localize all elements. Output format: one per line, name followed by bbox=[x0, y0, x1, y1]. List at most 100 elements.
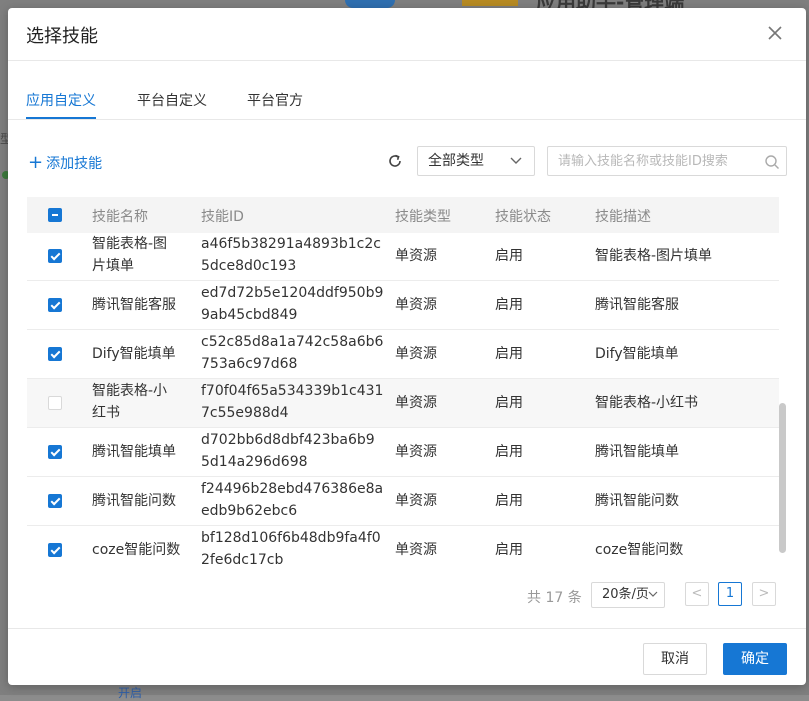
table-row[interactable]: 智能表格-图 片填单 a46f5b38291a4893b1c2c 5dce8d0c19… bbox=[27, 232, 779, 281]
cancel-button[interactable]: 取消 bbox=[643, 643, 707, 675]
skill-id-line: 753a6c97d68 bbox=[201, 356, 298, 372]
skill-id-line: 5d14a296d698 bbox=[201, 454, 308, 470]
skill-search-input[interactable] bbox=[548, 152, 760, 170]
skill-name-line: 腾讯智能填单 bbox=[92, 444, 176, 460]
plus-icon: + bbox=[28, 152, 44, 173]
skill-name-cell: Dify智能填单 bbox=[92, 343, 176, 365]
table-scrollbar[interactable] bbox=[779, 403, 786, 553]
skill-type-select[interactable]: 全部类型 bbox=[417, 146, 535, 176]
table-header: 技能名称 技能ID 技能类型 技能状态 技能描述 bbox=[27, 197, 779, 233]
chevron-down-icon bbox=[510, 157, 522, 164]
search-icon[interactable] bbox=[764, 154, 780, 170]
skill-description-cell: 智能表格-小红书 bbox=[595, 395, 699, 411]
skill-type-cell: 单资源 bbox=[395, 444, 437, 460]
skill-status-cell: 启用 bbox=[495, 248, 523, 264]
add-skill-button[interactable]: + 添加技能 bbox=[28, 153, 102, 173]
row-checkbox[interactable] bbox=[48, 249, 62, 263]
skill-description-cell: 腾讯智能填单 bbox=[595, 444, 679, 460]
table-row[interactable]: coze智能问数 bf128d106f6b48db9fa4f0 2fe6dc17cb… bbox=[27, 526, 779, 573]
row-checkbox[interactable] bbox=[48, 445, 62, 459]
column-header-name: 技能名称 bbox=[92, 209, 148, 225]
skill-id-line: bf128d106f6b48db9fa4f0 bbox=[201, 530, 381, 546]
background-toggle bbox=[345, 0, 395, 8]
column-header-status: 技能状态 bbox=[495, 209, 551, 225]
close-icon[interactable] bbox=[766, 24, 784, 42]
skill-id-line: 7c55e988d4 bbox=[201, 405, 289, 421]
skill-id-cell: a46f5b38291a4893b1c2c 5dce8d0c193 bbox=[201, 233, 381, 277]
skill-description-cell: coze智能问数 bbox=[595, 542, 684, 558]
table-row[interactable]: 腾讯智能填单 d702bb6d8dbf423ba6b9 5d14a296d698 单资… bbox=[27, 428, 779, 477]
skill-status-cell: 启用 bbox=[495, 297, 523, 313]
skill-name-cell: coze智能问数 bbox=[92, 539, 180, 561]
footer-divider bbox=[8, 628, 806, 629]
column-header-description: 技能描述 bbox=[595, 209, 651, 225]
skill-type-value: 全部类型 bbox=[428, 153, 484, 169]
row-checkbox[interactable] bbox=[48, 347, 62, 361]
skill-id-line: f70f04f65a534339b1c431 bbox=[201, 383, 384, 399]
skill-id-line: 2fe6dc17cb bbox=[201, 552, 284, 568]
add-skill-label: 添加技能 bbox=[46, 156, 103, 172]
skill-id-cell: ed7d72b5e1204ddf950b9 9ab45cbd849 bbox=[201, 282, 383, 326]
table-row[interactable]: 智能表格-小 红书 f70f04f65a534339b1c431 7c55e988d4… bbox=[27, 379, 779, 428]
skill-id-cell: f70f04f65a534339b1c431 7c55e988d4 bbox=[201, 380, 383, 424]
confirm-button[interactable]: 确定 bbox=[723, 643, 787, 675]
skill-description-cell: 腾讯智能问数 bbox=[595, 493, 679, 509]
skill-name-cell: 智能表格-小 红书 bbox=[92, 380, 167, 424]
skill-id-line: 5dce8d0c193 bbox=[201, 258, 297, 274]
skill-table: 技能名称 技能ID 技能类型 技能状态 技能描述 智能表格-图 片填单 a46f5b… bbox=[27, 197, 779, 573]
tab-platform-official[interactable]: 平台官方 bbox=[247, 90, 303, 110]
page-number-button[interactable]: 1 bbox=[718, 582, 742, 606]
select-skill-dialog: 选择技能 应用自定义 平台自定义 平台官方 + 添加技能 全部类型 技能名称 bbox=[8, 8, 806, 685]
row-checkbox[interactable] bbox=[48, 298, 62, 312]
skill-description-cell: 智能表格-图片填单 bbox=[595, 248, 713, 264]
skill-id-line: 9ab45cbd849 bbox=[201, 307, 298, 323]
dialog-title: 选择技能 bbox=[26, 26, 98, 47]
skill-id-line: d702bb6d8dbf423ba6b9 bbox=[201, 432, 375, 448]
prev-page-button[interactable]: < bbox=[685, 582, 709, 606]
skill-id-line: edb9b62ebc6 bbox=[201, 503, 298, 519]
skill-type-cell: 单资源 bbox=[395, 297, 437, 313]
skill-name-cell: 智能表格-图 片填单 bbox=[92, 233, 167, 277]
select-all-checkbox[interactable] bbox=[48, 208, 62, 222]
skill-type-cell: 单资源 bbox=[395, 248, 437, 264]
skill-id-line: c52c85d8a1a742c58a6b6 bbox=[201, 334, 384, 350]
skill-name-line: 腾讯智能问数 bbox=[92, 493, 176, 509]
table-row[interactable]: 腾讯智能客服 ed7d72b5e1204ddf950b9 9ab45cbd849 单资… bbox=[27, 281, 779, 330]
skill-search-box bbox=[547, 146, 787, 176]
column-header-type: 技能类型 bbox=[395, 209, 451, 225]
pagination-total: 共 17 条 bbox=[527, 590, 582, 606]
next-page-button[interactable]: > bbox=[752, 582, 776, 606]
column-header-id: 技能ID bbox=[201, 209, 244, 225]
skill-id-line: a46f5b38291a4893b1c2c bbox=[201, 236, 381, 252]
skill-name-cell: 腾讯智能填单 bbox=[92, 441, 176, 463]
skill-id-line: ed7d72b5e1204ddf950b9 bbox=[201, 285, 384, 301]
skill-status-cell: 启用 bbox=[495, 346, 523, 362]
skill-type-cell: 单资源 bbox=[395, 395, 437, 411]
tab-platform-custom[interactable]: 平台自定义 bbox=[137, 90, 207, 110]
tab-app-custom[interactable]: 应用自定义 bbox=[26, 90, 96, 110]
skill-id-cell: c52c85d8a1a742c58a6b6 753a6c97d68 bbox=[201, 331, 383, 375]
skill-status-cell: 启用 bbox=[495, 493, 523, 509]
refresh-icon[interactable] bbox=[386, 152, 404, 170]
table-row[interactable]: 腾讯智能问数 f24496b28ebd476386e8a edb9b62ebc6 单资… bbox=[27, 477, 779, 526]
skill-id-cell: d702bb6d8dbf423ba6b9 5d14a296d698 bbox=[201, 429, 375, 473]
skill-name-line: 智能表格-小 bbox=[92, 383, 168, 399]
row-checkbox[interactable] bbox=[48, 494, 62, 508]
skill-id-line: f24496b28ebd476386e8a bbox=[201, 481, 384, 497]
skill-name-line: 智能表格-图 bbox=[92, 236, 168, 252]
skill-type-cell: 单资源 bbox=[395, 542, 437, 558]
row-checkbox[interactable] bbox=[48, 396, 62, 410]
row-checkbox[interactable] bbox=[48, 543, 62, 557]
skill-status-cell: 启用 bbox=[495, 444, 523, 460]
background-bottom-text: 开启 bbox=[118, 686, 143, 700]
skill-description-cell: Dify智能填单 bbox=[595, 346, 679, 362]
skill-description-cell: 腾讯智能客服 bbox=[595, 297, 679, 313]
skill-name-cell: 腾讯智能客服 bbox=[92, 294, 176, 316]
skill-id-cell: f24496b28ebd476386e8a edb9b62ebc6 bbox=[201, 478, 383, 522]
table-row[interactable]: Dify智能填单 c52c85d8a1a742c58a6b6 753a6c97d68… bbox=[27, 330, 779, 379]
skill-status-cell: 启用 bbox=[495, 395, 523, 411]
skill-name-line: Dify智能填单 bbox=[92, 346, 176, 362]
page-size-select[interactable]: 20条/页 bbox=[591, 582, 665, 608]
skill-type-cell: 单资源 bbox=[395, 346, 437, 362]
skill-status-cell: 启用 bbox=[495, 542, 523, 558]
